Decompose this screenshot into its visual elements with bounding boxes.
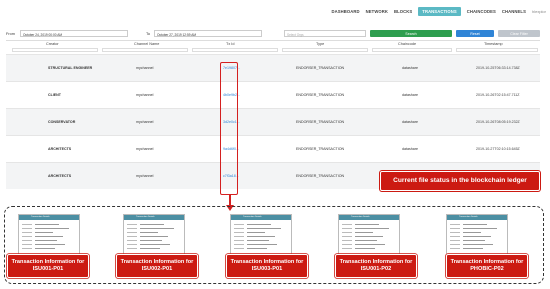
nav-chaincodes[interactable]: CHAINCODES bbox=[467, 9, 496, 14]
search-button[interactable]: Search bbox=[370, 30, 452, 37]
cell-timestamp: 2019-10-27T02:10:15.645Z bbox=[476, 147, 520, 151]
nav-channels[interactable]: CHANNELS bbox=[502, 9, 526, 14]
card-title: Transaction Details bbox=[136, 216, 155, 218]
cell-channel: mychannel bbox=[136, 120, 154, 124]
nav-blocks[interactable]: BLOCKS bbox=[394, 9, 412, 14]
table-row[interactable]: ARCHITECTS mychannel 9a4d6f0... ENDORSER… bbox=[6, 135, 540, 162]
transaction-label: Transaction Information for ISU003-P01 bbox=[226, 254, 308, 278]
cell-type: ENDORSER_TRANSACTION bbox=[296, 120, 345, 124]
top-nav: DASHBOARD NETWORK BLOCKS TRANSACTIONS CH… bbox=[0, 0, 550, 22]
table-row[interactable]: CONSERVATOR mychannel 3d2e0c1... ENDORSE… bbox=[6, 108, 540, 135]
nav-dashboard[interactable]: DASHBOARD bbox=[332, 9, 360, 14]
filter-creator[interactable] bbox=[12, 48, 98, 52]
clear-filter-button[interactable]: Clear Filter bbox=[498, 30, 540, 37]
col-channel[interactable]: Channel Name bbox=[134, 42, 159, 46]
transactions-table: Creator Channel Name Tx Id Type Chaincod… bbox=[6, 40, 540, 192]
col-creator[interactable]: Creator bbox=[46, 42, 59, 46]
cell-type: ENDORSER_TRANSACTION bbox=[296, 147, 345, 151]
to-label: To bbox=[146, 32, 151, 36]
filter-txid[interactable] bbox=[192, 48, 278, 52]
transaction-label: Transaction Information for PHOBIC-P02 bbox=[446, 254, 528, 278]
col-txid[interactable]: Tx Id bbox=[226, 42, 234, 46]
cell-timestamp: 2019-10-26T02:15:47.711Z bbox=[476, 93, 520, 97]
transaction-label: Transaction Information for ISU001-P02 bbox=[335, 254, 417, 278]
transaction-label: Transaction Information for ISU001-P01 bbox=[7, 254, 89, 278]
filter-bar: From October 24, 2019 00:00 AM To Octobe… bbox=[6, 30, 546, 40]
column-filters bbox=[6, 48, 540, 53]
cell-creator: ARCHITECTS bbox=[48, 147, 72, 151]
table-header: Creator Channel Name Tx Id Type Chaincod… bbox=[6, 41, 540, 48]
transaction-label: Transaction Information for ISU002-P01 bbox=[116, 254, 198, 278]
cell-channel: mychannel bbox=[136, 66, 154, 70]
cell-chaincode: datashare bbox=[402, 93, 418, 97]
cell-chaincode: datashare bbox=[402, 147, 418, 151]
filter-type[interactable] bbox=[282, 48, 368, 52]
cell-channel: mychannel bbox=[136, 93, 154, 97]
cell-timestamp: 2019-10-25T06:33:14.738Z bbox=[476, 66, 520, 70]
reset-button[interactable]: Reset bbox=[456, 30, 494, 37]
nav-transactions[interactable]: TRANSACTIONS bbox=[418, 6, 461, 16]
cell-creator: CONSERVATOR bbox=[48, 120, 76, 124]
card-title: Transaction Details bbox=[31, 216, 50, 218]
cell-timestamp: 2019-10-26T08:05:19.232Z bbox=[476, 120, 520, 124]
ledger-status-callout: Current file status in the blockchain le… bbox=[380, 171, 540, 191]
txid-column-highlight bbox=[220, 62, 238, 195]
from-date-input[interactable]: October 24, 2019 00:00 AM bbox=[20, 30, 128, 37]
cell-type: ENDORSER_TRANSACTION bbox=[296, 174, 345, 178]
col-chaincode[interactable]: Chaincode bbox=[398, 42, 416, 46]
cell-creator: STRUCTURAL ENGINEER bbox=[48, 66, 93, 70]
cell-channel: mychannel bbox=[136, 147, 154, 151]
card-title: Transaction Details bbox=[243, 216, 262, 218]
card-title: Transaction Details bbox=[351, 216, 370, 218]
col-timestamp[interactable]: Timestamp bbox=[484, 42, 503, 46]
nav-network[interactable]: NETWORK bbox=[366, 9, 388, 14]
filter-timestamp[interactable] bbox=[456, 48, 538, 52]
org-select[interactable]: Select Orgs bbox=[284, 30, 366, 37]
from-label: From bbox=[6, 32, 15, 36]
cell-channel: mychannel bbox=[136, 174, 154, 178]
table-row[interactable]: CLIENT mychannel 4b0e9b2... ENDORSER_TRA… bbox=[6, 81, 540, 108]
to-date-input[interactable]: October 27, 2019 12:59 AM bbox=[154, 30, 262, 37]
nav-user[interactable]: hlexplor bbox=[532, 9, 546, 14]
filter-channel[interactable] bbox=[102, 48, 188, 52]
cell-type: ENDORSER_TRANSACTION bbox=[296, 93, 345, 97]
filter-chaincode[interactable] bbox=[372, 48, 452, 52]
table-row[interactable]: STRUCTURAL ENGINEER mychannel 7e19807...… bbox=[6, 54, 540, 81]
col-type[interactable]: Type bbox=[316, 42, 324, 46]
cell-creator: ARCHITECTS bbox=[48, 174, 72, 178]
cell-chaincode: datashare bbox=[402, 66, 418, 70]
cell-creator: CLIENT bbox=[48, 93, 61, 97]
cell-chaincode: datashare bbox=[402, 120, 418, 124]
cell-type: ENDORSER_TRANSACTION bbox=[296, 66, 345, 70]
card-title: Transaction Details bbox=[459, 216, 478, 218]
